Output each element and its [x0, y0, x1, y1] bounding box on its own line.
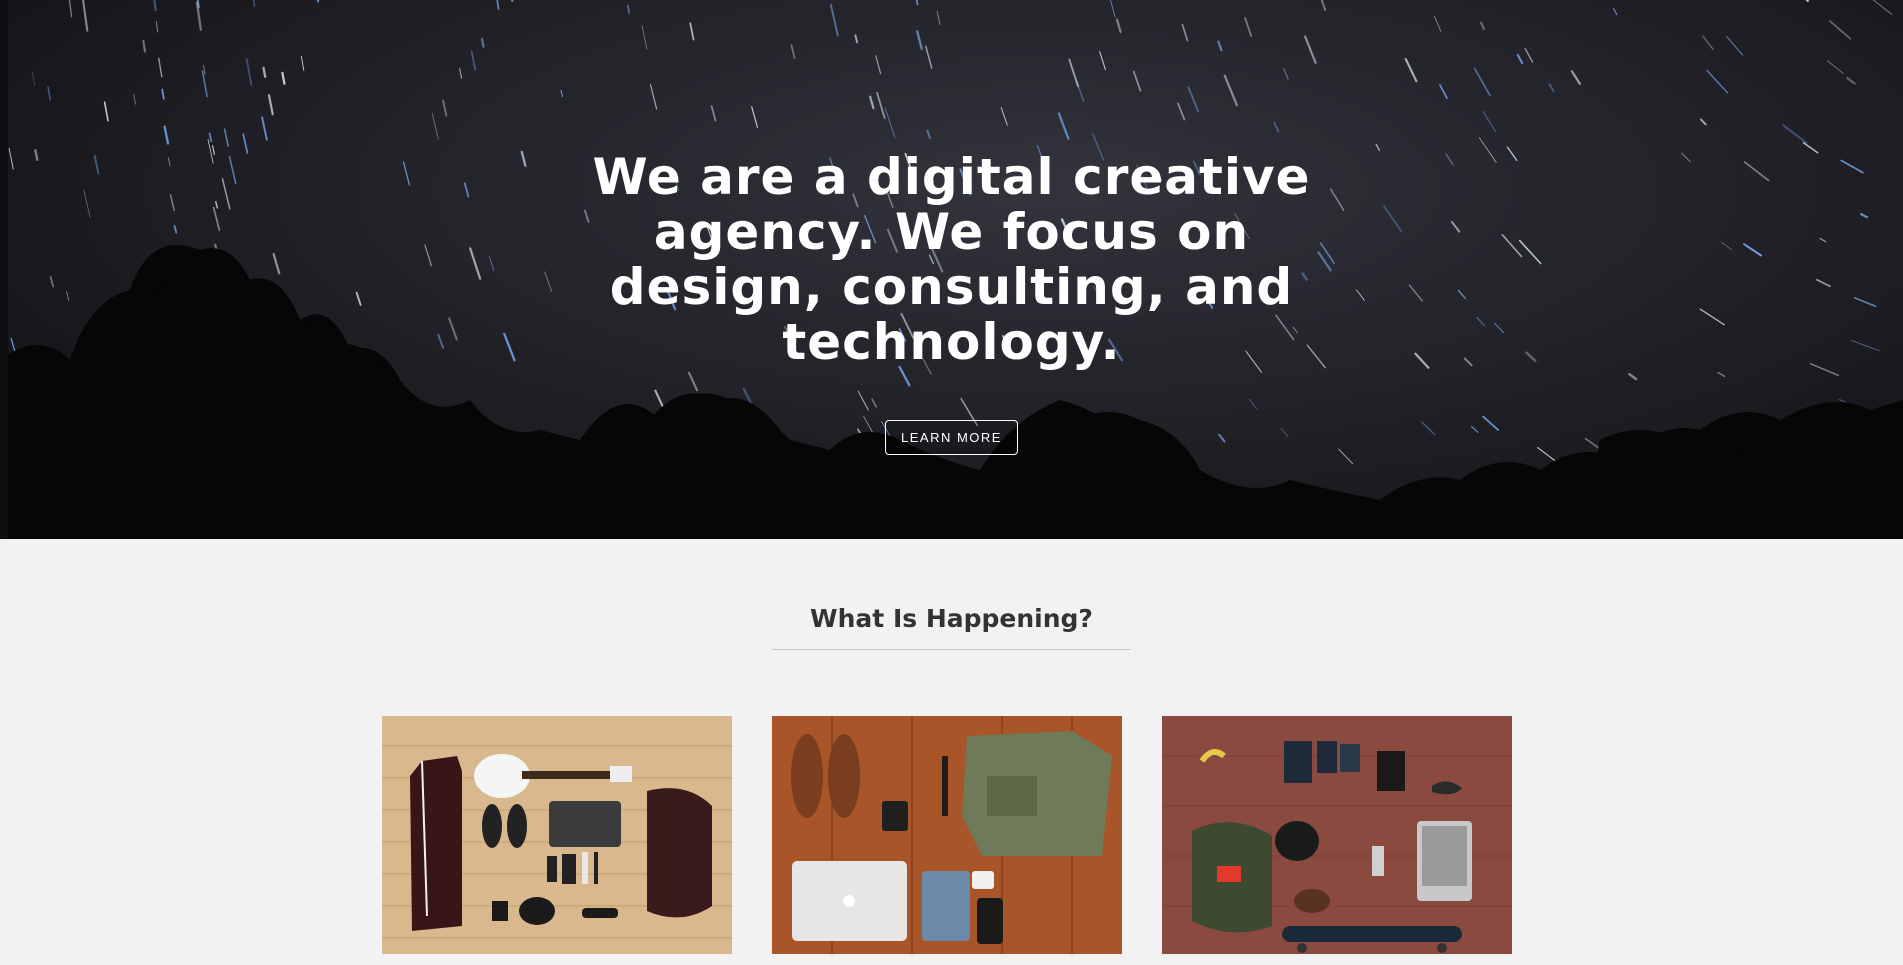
guitar-flatlay-photo: [382, 716, 732, 954]
hero-headline: We are a digital creative agency. We foc…: [592, 148, 1311, 371]
shoes-bag-laptop-flatlay-photo: [772, 716, 1122, 954]
news-card-image-1[interactable]: [382, 716, 732, 954]
hero-banner: We are a digital creative agency. We foc…: [0, 0, 1903, 539]
learn-more-button[interactable]: LEARN MORE: [885, 420, 1018, 455]
news-card-image-3[interactable]: [1162, 716, 1512, 954]
skateboard-backpack-flatlay-photo: [1162, 716, 1512, 954]
hero-content: We are a digital creative agency. We foc…: [0, 150, 1903, 455]
section-divider: [772, 649, 1131, 650]
news-card-image-2[interactable]: [772, 716, 1122, 954]
section-title: What Is Happening?: [810, 604, 1093, 633]
